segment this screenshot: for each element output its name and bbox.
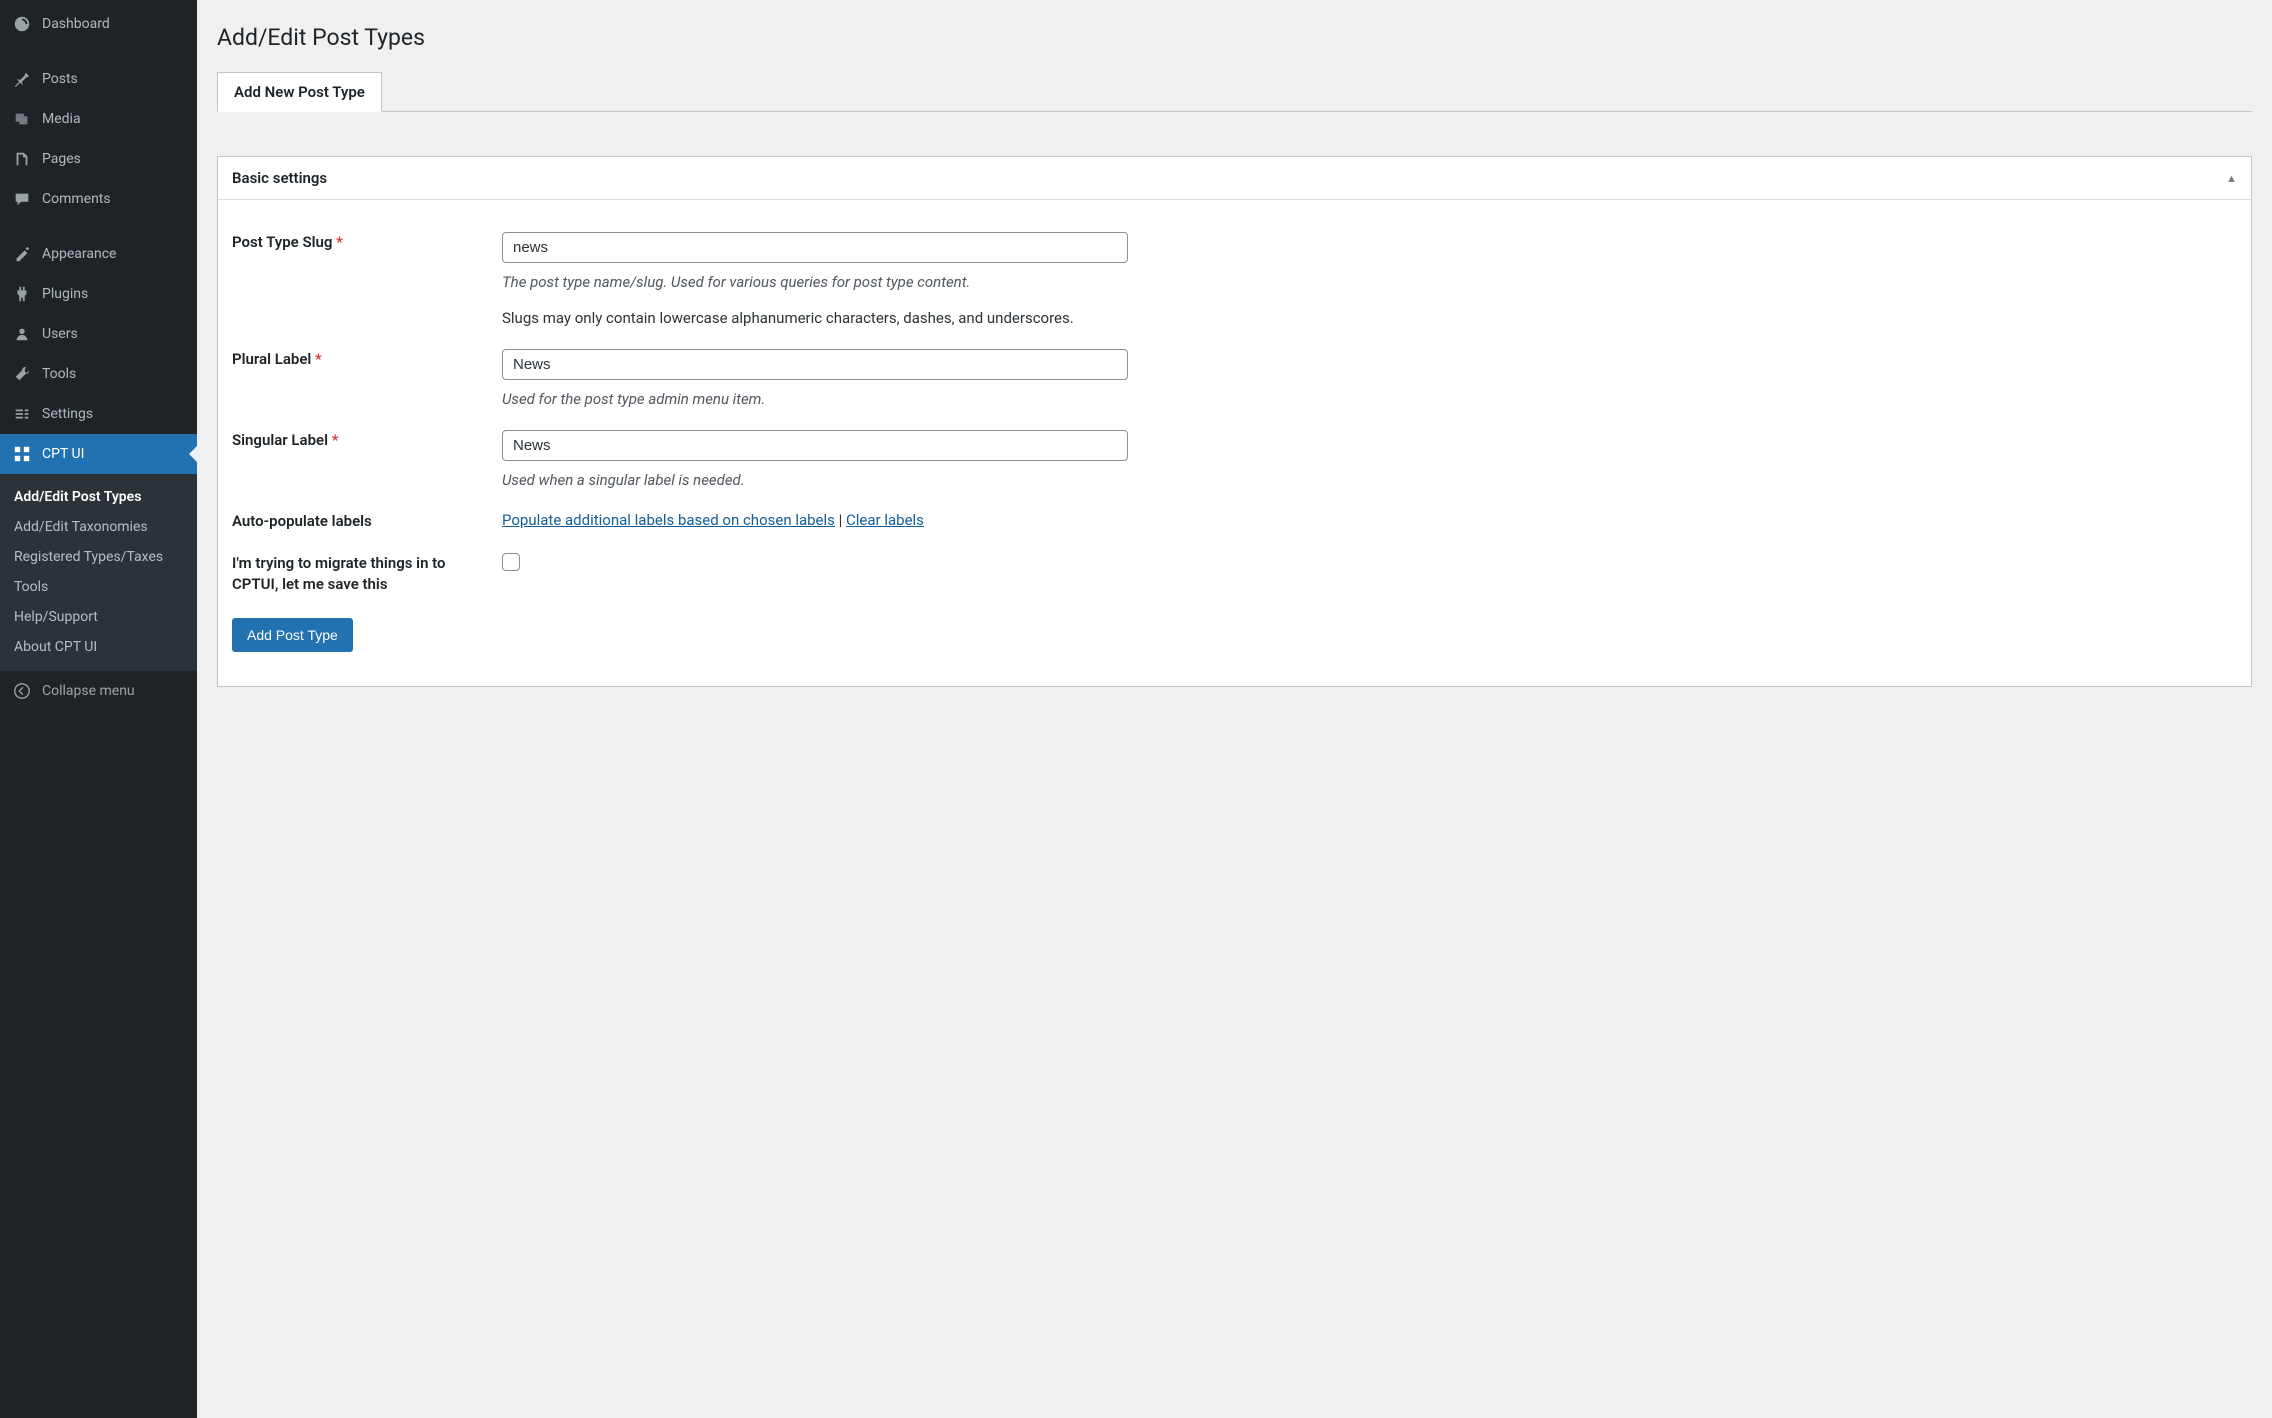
plugins-icon <box>12 284 32 304</box>
main-content: Add/Edit Post Types Add New Post Type Ba… <box>197 0 2272 1418</box>
sidebar-item-label: CPT UI <box>42 446 84 462</box>
submenu-help-support[interactable]: Help/Support <box>0 602 197 632</box>
field-plural-label: Plural Label * Used for the post type ad… <box>232 331 2237 412</box>
field-label: Plural Label * <box>232 349 502 408</box>
sidebar-item-label: Users <box>42 326 78 342</box>
slug-hint: The post type name/slug. Used for variou… <box>502 273 2237 291</box>
field-content: Used for the post type admin menu item. <box>502 349 2237 408</box>
pin-icon <box>12 69 32 89</box>
field-content <box>502 553 2237 594</box>
sidebar-item-label: Posts <box>42 71 78 87</box>
basic-settings-panel: Basic settings ▲ Post Type Slug * The po… <box>217 156 2252 687</box>
clear-labels-link[interactable]: Clear labels <box>846 511 924 529</box>
label-text: Post Type Slug <box>232 233 332 251</box>
submenu-registered-types-taxes[interactable]: Registered Types/Taxes <box>0 542 197 572</box>
sidebar-item-appearance[interactable]: Appearance <box>0 234 197 274</box>
label-text: Singular Label <box>232 431 328 449</box>
appearance-icon <box>12 244 32 264</box>
plural-hint: Used for the post type admin menu item. <box>502 390 2237 408</box>
sidebar-item-label: Tools <box>42 366 76 382</box>
field-migrate: I'm trying to migrate things in to CPTUI… <box>232 535 2237 598</box>
tab-bar: Add New Post Type <box>217 71 2252 112</box>
required-asterisk: * <box>315 350 322 368</box>
cptui-submenu: Add/Edit Post Types Add/Edit Taxonomies … <box>0 474 197 670</box>
field-auto-populate: Auto-populate labels Populate additional… <box>232 493 2237 535</box>
sidebar-item-media[interactable]: Media <box>0 99 197 139</box>
sidebar-item-plugins[interactable]: Plugins <box>0 274 197 314</box>
collapse-menu-label: Collapse menu <box>42 683 135 699</box>
migrate-checkbox[interactable] <box>502 553 520 571</box>
menu-separator <box>0 223 197 230</box>
field-content: The post type name/slug. Used for variou… <box>502 232 2237 327</box>
field-content: Populate additional labels based on chos… <box>502 511 2237 531</box>
pages-icon <box>12 149 32 169</box>
admin-sidebar: Dashboard Posts Media Pages Comments App… <box>0 0 197 1418</box>
sidebar-item-posts[interactable]: Posts <box>0 59 197 99</box>
field-label: Singular Label * <box>232 430 502 489</box>
field-label: I'm trying to migrate things in to CPTUI… <box>232 553 502 594</box>
admin-menu: Dashboard Posts Media Pages Comments App… <box>0 0 197 474</box>
link-separator: | <box>835 511 846 529</box>
sidebar-item-comments[interactable]: Comments <box>0 179 197 219</box>
submenu-about-cpt-ui[interactable]: About CPT UI <box>0 632 197 662</box>
comments-icon <box>12 189 32 209</box>
panel-title: Basic settings <box>232 169 327 187</box>
collapse-panel-icon: ▲ <box>2226 172 2237 185</box>
collapse-menu-button[interactable]: Collapse menu <box>0 670 197 711</box>
field-singular-label: Singular Label * Used when a singular la… <box>232 412 2237 493</box>
panel-header[interactable]: Basic settings ▲ <box>218 157 2251 200</box>
plural-label-input[interactable] <box>502 349 1128 380</box>
label-text: Plural Label <box>232 350 311 368</box>
sidebar-item-label: Pages <box>42 151 81 167</box>
sidebar-item-pages[interactable]: Pages <box>0 139 197 179</box>
required-asterisk: * <box>336 233 343 251</box>
singular-hint: Used when a singular label is needed. <box>502 471 2237 489</box>
settings-icon <box>12 404 32 424</box>
field-content: Used when a singular label is needed. <box>502 430 2237 489</box>
submenu-add-edit-taxonomies[interactable]: Add/Edit Taxonomies <box>0 512 197 542</box>
field-label: Auto-populate labels <box>232 511 502 531</box>
submit-row: Add Post Type <box>232 598 2237 672</box>
page-title: Add/Edit Post Types <box>217 24 2252 51</box>
sidebar-item-dashboard[interactable]: Dashboard <box>0 4 197 44</box>
sidebar-item-label: Plugins <box>42 286 88 302</box>
sidebar-item-users[interactable]: Users <box>0 314 197 354</box>
sidebar-item-cptui[interactable]: CPT UI <box>0 434 197 474</box>
singular-label-input[interactable] <box>502 430 1128 461</box>
media-icon <box>12 109 32 129</box>
tab-add-new-post-type[interactable]: Add New Post Type <box>217 72 382 112</box>
users-icon <box>12 324 32 344</box>
sidebar-item-settings[interactable]: Settings <box>0 394 197 434</box>
dashboard-icon <box>12 14 32 34</box>
submenu-add-edit-post-types[interactable]: Add/Edit Post Types <box>0 482 197 512</box>
sidebar-item-label: Media <box>42 111 81 127</box>
panel-body: Post Type Slug * The post type name/slug… <box>218 200 2251 686</box>
cptui-icon <box>12 444 32 464</box>
sidebar-item-label: Comments <box>42 191 111 207</box>
menu-separator <box>0 48 197 55</box>
post-type-slug-input[interactable] <box>502 232 1128 263</box>
tools-icon <box>12 364 32 384</box>
submenu-tools[interactable]: Tools <box>0 572 197 602</box>
sidebar-item-label: Dashboard <box>42 16 110 32</box>
sidebar-item-tools[interactable]: Tools <box>0 354 197 394</box>
slug-note: Slugs may only contain lowercase alphanu… <box>502 309 2237 327</box>
add-post-type-button[interactable]: Add Post Type <box>232 618 353 652</box>
field-post-type-slug: Post Type Slug * The post type name/slug… <box>232 214 2237 331</box>
sidebar-item-label: Appearance <box>42 246 116 262</box>
required-asterisk: * <box>332 431 339 449</box>
field-label: Post Type Slug * <box>232 232 502 327</box>
sidebar-item-label: Settings <box>42 406 93 422</box>
collapse-icon <box>12 681 32 701</box>
populate-labels-link[interactable]: Populate additional labels based on chos… <box>502 511 835 529</box>
